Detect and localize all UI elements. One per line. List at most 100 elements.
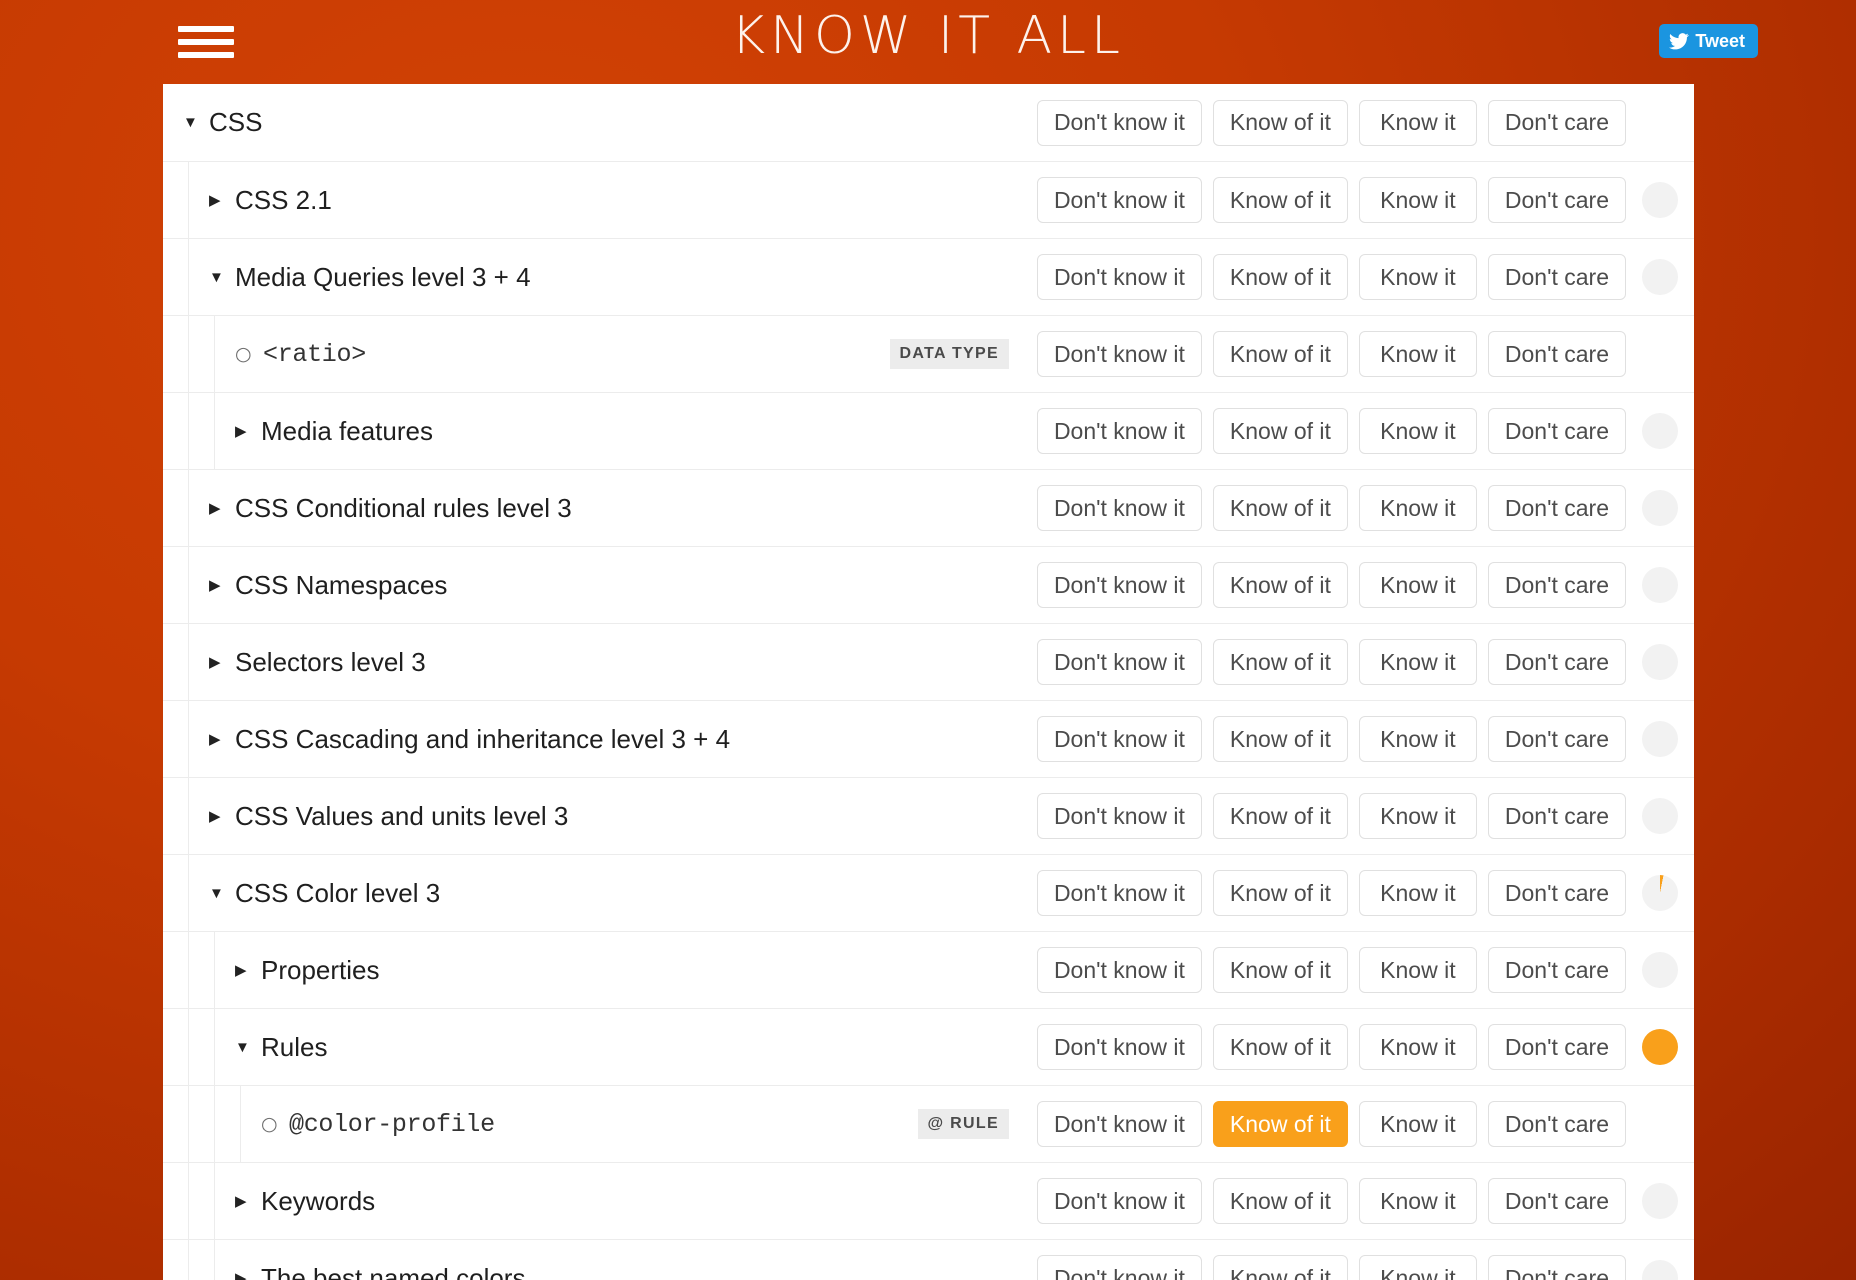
tree-row-label[interactable]: Properties (261, 955, 380, 986)
answer-button-dont-know[interactable]: Don't know it (1036, 716, 1202, 762)
tweet-button[interactable]: Tweet (1659, 24, 1758, 58)
tree-row-label[interactable]: Media Queries level 3 + 4 (235, 262, 531, 293)
answer-button-know-it[interactable]: Know it (1358, 99, 1477, 146)
answer-button-dont-care[interactable]: Don't care (1487, 1178, 1626, 1224)
indent-guide (163, 701, 189, 777)
tree-row-label[interactable]: Selectors level 3 (235, 647, 426, 678)
answer-button-dont-know[interactable]: Don't know it (1036, 408, 1202, 454)
answer-button-know-it[interactable]: Know it (1358, 1178, 1477, 1224)
answer-button-dont-care[interactable]: Don't care (1487, 177, 1626, 223)
answer-button-dont-know[interactable]: Don't know it (1036, 793, 1202, 839)
answer-button-dont-know[interactable]: Don't know it (1036, 99, 1202, 146)
answer-button-know-of[interactable]: Know of it (1212, 331, 1348, 377)
chevron-down-icon[interactable]: ▼ (209, 270, 235, 285)
tree-row-label[interactable]: Keywords (261, 1186, 375, 1217)
answer-button-dont-know[interactable]: Don't know it (1036, 947, 1202, 993)
tree-row-label[interactable]: @color-profile (289, 1110, 495, 1139)
answer-button-dont-know[interactable]: Don't know it (1036, 1255, 1202, 1280)
answer-button-dont-care[interactable]: Don't care (1487, 485, 1626, 531)
answer-button-dont-know[interactable]: Don't know it (1036, 1178, 1202, 1224)
answer-button-dont-know[interactable]: Don't know it (1036, 177, 1202, 223)
answer-button-know-of[interactable]: Know of it (1212, 177, 1348, 223)
answer-button-dont-care[interactable]: Don't care (1487, 639, 1626, 685)
tree-row-label[interactable]: CSS Conditional rules level 3 (235, 493, 572, 524)
answer-button-know-it[interactable]: Know it (1358, 331, 1477, 377)
answer-button-dont-care[interactable]: Don't care (1487, 793, 1626, 839)
chevron-down-icon[interactable]: ▼ (235, 1040, 261, 1055)
answer-button-dont-know[interactable]: Don't know it (1036, 562, 1202, 608)
answer-button-dont-care[interactable]: Don't care (1487, 254, 1626, 300)
answer-button-know-it[interactable]: Know it (1358, 485, 1477, 531)
answer-button-know-it[interactable]: Know it (1358, 1101, 1477, 1147)
answer-button-dont-care[interactable]: Don't care (1487, 1255, 1626, 1280)
chevron-right-icon[interactable]: ▶ (209, 655, 235, 670)
chevron-right-icon[interactable]: ▶ (209, 578, 235, 593)
answer-button-know-of[interactable]: Know of it (1212, 639, 1348, 685)
answer-button-dont-know[interactable]: Don't know it (1036, 870, 1202, 916)
tree-row-label[interactable]: CSS 2.1 (235, 185, 332, 216)
chevron-right-icon[interactable]: ▶ (209, 732, 235, 747)
answer-button-know-of[interactable]: Know of it (1212, 254, 1348, 300)
chevron-right-icon[interactable]: ▶ (235, 963, 261, 978)
answer-button-dont-know[interactable]: Don't know it (1036, 331, 1202, 377)
tree-row-label[interactable]: CSS Color level 3 (235, 878, 440, 909)
tree-row: ▶ CSS 2.1 Don't know it Know of it Know it Do… (163, 161, 1694, 238)
answer-button-dont-care[interactable]: Don't care (1487, 1024, 1626, 1070)
progress-cell (1626, 1086, 1694, 1162)
tree-row-label[interactable]: Media features (261, 416, 433, 447)
answer-button-know-of[interactable]: Know of it (1212, 870, 1348, 916)
answer-button-know-it[interactable]: Know it (1358, 639, 1477, 685)
tree-row-label[interactable]: CSS (209, 107, 262, 138)
answer-button-dont-know[interactable]: Don't know it (1036, 639, 1202, 685)
tree-row: ○ <ratio> DATA TYPE Don't know it Know of it… (163, 315, 1694, 392)
answer-button-know-of[interactable]: Know of it (1212, 1101, 1348, 1147)
answer-button-dont-care[interactable]: Don't care (1487, 947, 1626, 993)
answer-button-know-it[interactable]: Know it (1358, 1024, 1477, 1070)
answer-button-know-of[interactable]: Know of it (1212, 947, 1348, 993)
answer-button-dont-care[interactable]: Don't care (1487, 562, 1626, 608)
answer-button-dont-care[interactable]: Don't care (1487, 870, 1626, 916)
indent-guide (163, 1163, 189, 1239)
answer-button-know-of[interactable]: Know of it (1212, 1255, 1348, 1280)
answer-button-know-it[interactable]: Know it (1358, 947, 1477, 993)
answer-button-dont-care[interactable]: Don't care (1487, 1101, 1626, 1147)
answer-button-know-of[interactable]: Know of it (1212, 99, 1348, 146)
tree-row-label[interactable]: The best named colors (261, 1263, 525, 1280)
answer-button-know-of[interactable]: Know of it (1212, 716, 1348, 762)
answer-button-know-it[interactable]: Know it (1358, 716, 1477, 762)
chevron-right-icon[interactable]: ▶ (209, 501, 235, 516)
answer-button-know-of[interactable]: Know of it (1212, 485, 1348, 531)
chevron-right-icon[interactable]: ▶ (235, 424, 261, 439)
answer-button-know-it[interactable]: Know it (1358, 254, 1477, 300)
chevron-down-icon[interactable]: ▼ (209, 886, 235, 901)
chevron-right-icon[interactable]: ▶ (209, 193, 235, 208)
answer-button-know-of[interactable]: Know of it (1212, 1178, 1348, 1224)
tree-row-label[interactable]: CSS Values and units level 3 (235, 801, 568, 832)
answer-button-know-of[interactable]: Know of it (1212, 562, 1348, 608)
answer-button-dont-care[interactable]: Don't care (1487, 331, 1626, 377)
answer-button-know-it[interactable]: Know it (1358, 408, 1477, 454)
answer-button-know-it[interactable]: Know it (1358, 177, 1477, 223)
chevron-right-icon[interactable]: ▶ (209, 809, 235, 824)
answer-button-dont-know[interactable]: Don't know it (1036, 485, 1202, 531)
answer-button-know-of[interactable]: Know of it (1212, 793, 1348, 839)
answer-button-know-it[interactable]: Know it (1358, 562, 1477, 608)
answer-button-dont-know[interactable]: Don't know it (1036, 1101, 1202, 1147)
chevron-right-icon[interactable]: ▶ (235, 1194, 261, 1209)
answer-button-know-it[interactable]: Know it (1358, 793, 1477, 839)
answer-button-know-of[interactable]: Know of it (1212, 1024, 1348, 1070)
answer-button-know-of[interactable]: Know of it (1212, 408, 1348, 454)
tree-row-label[interactable]: <ratio> (263, 340, 366, 369)
answer-button-know-it[interactable]: Know it (1358, 1255, 1477, 1280)
tree-row-label[interactable]: CSS Cascading and inheritance level 3 + … (235, 724, 730, 755)
chevron-down-icon[interactable]: ▼ (183, 115, 209, 130)
answer-button-dont-care[interactable]: Don't care (1487, 99, 1626, 146)
answer-button-dont-know[interactable]: Don't know it (1036, 1024, 1202, 1070)
answer-button-dont-care[interactable]: Don't care (1487, 408, 1626, 454)
chevron-right-icon[interactable]: ▶ (235, 1271, 261, 1280)
tree-row-label[interactable]: Rules (261, 1032, 327, 1063)
answer-button-know-it[interactable]: Know it (1358, 870, 1477, 916)
answer-button-dont-know[interactable]: Don't know it (1036, 254, 1202, 300)
tree-row-label[interactable]: CSS Namespaces (235, 570, 447, 601)
answer-button-dont-care[interactable]: Don't care (1487, 716, 1626, 762)
